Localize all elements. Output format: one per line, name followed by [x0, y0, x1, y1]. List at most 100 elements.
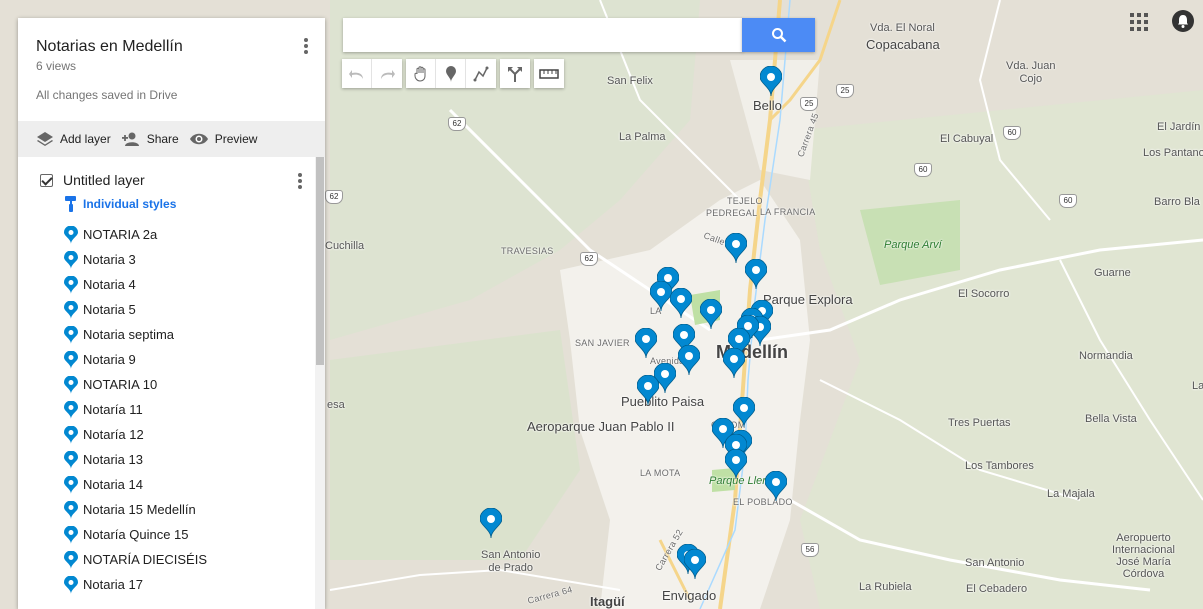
- map-marker[interactable]: [683, 548, 707, 580]
- notifications-icon[interactable]: [1172, 10, 1194, 32]
- map-marker[interactable]: [669, 287, 693, 319]
- label-envigado: Envigado: [662, 588, 717, 603]
- place-item[interactable]: Notaria 13: [18, 447, 325, 472]
- place-item[interactable]: Notaria 15 Medellín: [18, 497, 325, 522]
- map-marker[interactable]: [759, 65, 783, 97]
- label-la-rubiela: La Rubiela: [859, 581, 912, 593]
- layer-visibility-checkbox[interactable]: [40, 173, 53, 187]
- map-marker[interactable]: [699, 298, 723, 330]
- style-link[interactable]: Individual styles: [18, 188, 325, 212]
- place-item[interactable]: NOTARIA 10: [18, 372, 325, 397]
- scrollbar[interactable]: [315, 157, 325, 609]
- road-shield: 60: [1003, 126, 1021, 140]
- label-pedregal: PEDREGAL: [706, 208, 758, 218]
- more-vert-icon[interactable]: [299, 36, 313, 56]
- map-marker[interactable]: [724, 232, 748, 264]
- ruler-icon: [539, 68, 559, 79]
- label-mesa: esa: [327, 399, 345, 411]
- label-san-antonio-de-prado: San Antonio de Prado: [481, 549, 541, 574]
- layer-options-icon[interactable]: [295, 171, 305, 191]
- place-item[interactable]: Notaria 9: [18, 347, 325, 372]
- place-marker-icon: [64, 475, 78, 494]
- place-name: NOTARÍA DIECISÉIS: [83, 552, 208, 567]
- label-tejelo: TEJELO: [727, 196, 763, 206]
- label-barro-blanco: Barro Bla: [1154, 196, 1200, 208]
- place-item[interactable]: Notaria 3: [18, 247, 325, 272]
- label-copacabana: Copacabana: [866, 37, 940, 52]
- place-name: Notaria 15 Medellín: [83, 502, 196, 517]
- measure-button[interactable]: [534, 59, 564, 88]
- label-itagui: Itagüí: [590, 594, 625, 609]
- map-marker[interactable]: [722, 347, 746, 379]
- place-item[interactable]: Notaría Quince 15: [18, 522, 325, 547]
- label-bella-vista: Bella Vista: [1085, 413, 1137, 425]
- map-marker[interactable]: [744, 258, 768, 290]
- layer-name[interactable]: Untitled layer: [63, 172, 145, 188]
- label-la-majala: La Majala: [1047, 488, 1095, 500]
- label-el-cabuyal: El Cabuyal: [940, 133, 994, 145]
- map-marker[interactable]: [724, 448, 748, 480]
- apps-icon[interactable]: [1130, 13, 1148, 31]
- place-item[interactable]: Notaria 4: [18, 272, 325, 297]
- place-marker-icon: [64, 400, 78, 419]
- label-parque-explora: Parque Explora: [763, 292, 853, 307]
- map-marker[interactable]: [677, 344, 701, 376]
- eye-icon: [189, 133, 208, 145]
- map-marker[interactable]: [649, 280, 673, 312]
- label-vda-juan-cojo: Vda. Juan Cojo: [1006, 60, 1056, 85]
- add-directions-button[interactable]: [500, 59, 530, 88]
- place-marker-icon: [64, 425, 78, 444]
- directions-tools: [500, 59, 530, 88]
- road-shield: 62: [580, 252, 598, 266]
- map-marker[interactable]: [732, 396, 756, 428]
- map-title[interactable]: Notarias en Medellín: [36, 38, 325, 56]
- add-layer-button[interactable]: Add layer: [36, 131, 111, 147]
- map-marker[interactable]: [634, 327, 658, 359]
- place-item[interactable]: Notaria 17: [18, 572, 325, 597]
- marker-icon: [445, 65, 456, 82]
- place-item[interactable]: Notaria 5: [18, 297, 325, 322]
- label-tres-puertas: Tres Puertas: [948, 417, 1011, 429]
- place-item[interactable]: NOTARÍA DIECISÉIS: [18, 547, 325, 572]
- label-aeropuerto: Aeropuerto Internacional José María Córd…: [1112, 532, 1175, 580]
- places-list: NOTARIA 2a Notaria 3 Notaria 4 Notaria 5 Not…: [18, 212, 325, 597]
- scrollbar-thumb[interactable]: [316, 157, 324, 365]
- undo-button[interactable]: [342, 59, 372, 88]
- label-guarne: Guarne: [1094, 267, 1131, 279]
- label-san-felix: San Felix: [607, 75, 653, 87]
- place-item[interactable]: NOTARIA 2a: [18, 222, 325, 247]
- place-marker-icon: [64, 550, 78, 569]
- map-marker[interactable]: [636, 374, 660, 406]
- add-marker-button[interactable]: [436, 59, 466, 88]
- road-shield: 62: [325, 190, 343, 204]
- draw-line-icon: [473, 66, 489, 81]
- place-item[interactable]: Notaría 11: [18, 397, 325, 422]
- layer-header: Untitled layer: [18, 157, 325, 188]
- place-marker-icon: [64, 575, 78, 594]
- place-marker-icon: [64, 300, 78, 319]
- search-button[interactable]: [742, 18, 815, 52]
- place-item[interactable]: Notaria septima: [18, 322, 325, 347]
- share-button[interactable]: Share: [121, 131, 179, 147]
- place-item[interactable]: Notaría 12: [18, 422, 325, 447]
- directions-icon: [508, 66, 522, 82]
- map-marker[interactable]: [764, 470, 788, 502]
- drawing-tools: [406, 59, 496, 88]
- place-marker-icon: [64, 500, 78, 519]
- label-bello: Bello: [753, 98, 782, 113]
- map-marker[interactable]: [479, 507, 503, 539]
- preview-button[interactable]: Preview: [189, 132, 258, 146]
- label-la: La: [1192, 380, 1203, 392]
- draw-line-button[interactable]: [466, 59, 496, 88]
- redo-button[interactable]: [372, 59, 402, 88]
- place-marker-icon: [64, 325, 78, 344]
- select-tool-button[interactable]: [406, 59, 436, 88]
- search-input[interactable]: [343, 18, 743, 52]
- preview-label: Preview: [214, 132, 258, 146]
- place-item[interactable]: Notaria 14: [18, 472, 325, 497]
- layer-section: Untitled layer Individual styles NOTARIA…: [18, 157, 325, 609]
- label-los-tambores: Los Tambores: [965, 460, 1034, 472]
- label-vda-el-noral: Vda. El Noral: [870, 22, 935, 34]
- search-icon: [771, 28, 786, 43]
- place-marker-icon: [64, 525, 78, 544]
